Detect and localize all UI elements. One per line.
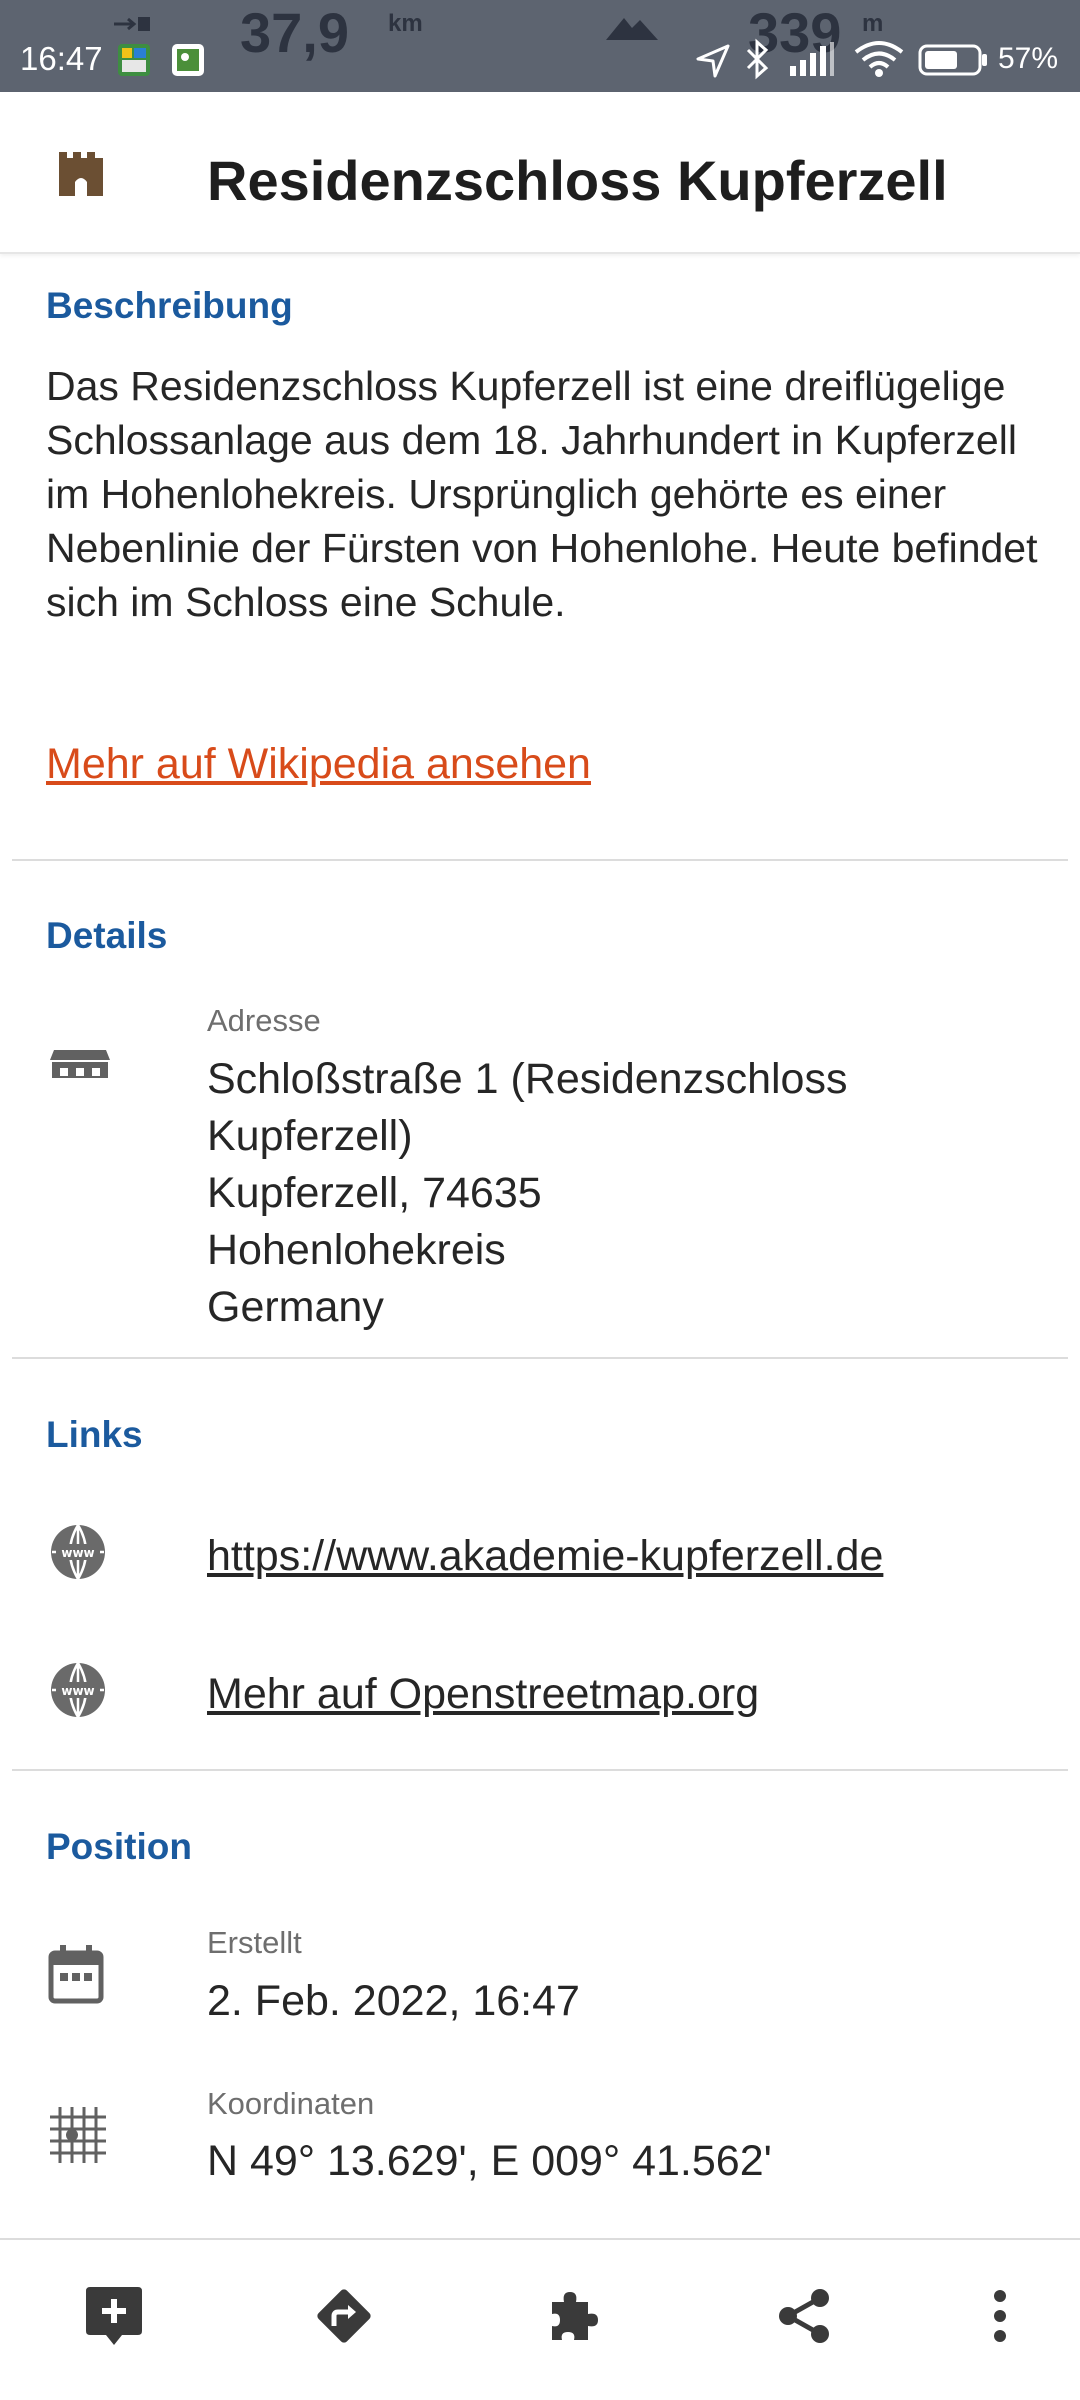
castle-icon [56, 148, 106, 198]
share-icon [774, 2286, 834, 2351]
signal-icon [790, 42, 834, 81]
website-link[interactable]: https://www.akademie-kupferzell.de [207, 1532, 883, 1581]
globe-www-icon: www [48, 1660, 108, 1725]
status-bar: 37,9 km 339 m 16:47 57% [0, 0, 1080, 92]
overlay-distance: 37,9 [240, 1, 349, 64]
wifi-icon [854, 40, 904, 83]
page-title: Residenzschloss Kupferzell [207, 149, 948, 212]
created-label: Erstellt [207, 1925, 302, 1960]
coordinates-value[interactable]: N 49° 13.629', E 009° 41.562' [207, 2133, 772, 2190]
add-note-button[interactable] [82, 2285, 146, 2351]
puzzle-icon [544, 2286, 604, 2351]
directions-button[interactable] [312, 2285, 376, 2351]
globe-www-icon: www [48, 1522, 108, 1587]
more-options-button[interactable] [968, 2285, 1032, 2351]
transfer-icon [112, 14, 152, 39]
svg-text:www: www [61, 1684, 94, 1698]
address-icon [48, 1048, 112, 1085]
address-line: Kupferzell) [207, 1112, 413, 1160]
bottom-action-bar [0, 2238, 1080, 2400]
clock: 16:47 [20, 40, 103, 77]
app-notification-icon [116, 42, 152, 83]
more-vert-icon [992, 2288, 1008, 2349]
share-button[interactable] [772, 2285, 836, 2351]
plugins-button[interactable] [542, 2285, 606, 2351]
bluetooth-icon [744, 38, 770, 85]
coordinates-label: Koordinaten [207, 2086, 375, 2121]
directions-icon [312, 2284, 376, 2353]
section-title-details: Details [46, 915, 168, 956]
section-title-position: Position [46, 1826, 192, 1867]
calendar-icon [48, 1945, 104, 2010]
divider [12, 1357, 1068, 1359]
mountain-icon [606, 14, 658, 45]
overlay-distance-unit: km [388, 10, 423, 37]
svg-text:www: www [61, 1546, 94, 1560]
overlay-altitude-unit: m [862, 10, 884, 37]
divider [12, 859, 1068, 861]
battery-icon [918, 44, 988, 81]
address-line: Kupferzell, 74635 [207, 1169, 542, 1217]
openstreetmap-link[interactable]: Mehr auf Openstreetmap.org [207, 1670, 759, 1719]
address-line: Hohenlohekreis [207, 1226, 506, 1274]
wikipedia-link[interactable]: Mehr auf Wikipedia ansehen [46, 740, 591, 789]
battery-percent: 57% [998, 42, 1059, 75]
address-line: Schloßstraße 1 (Residenzschloss [207, 1055, 848, 1103]
location-arrow-icon [694, 42, 732, 85]
gallery-notification-icon [170, 42, 206, 83]
created-value: 2. Feb. 2022, 16:47 [207, 1977, 580, 2025]
section-title-links: Links [46, 1414, 143, 1455]
address-block[interactable]: Schloßstraße 1 (Residenzschloss Kupferze… [207, 1051, 847, 1336]
coordinates-grid-icon [48, 2105, 108, 2170]
address-label: Adresse [207, 1003, 321, 1038]
add-note-icon [84, 2283, 144, 2354]
address-line: Germany [207, 1283, 384, 1331]
description-text: Das Residenzschloss Kupferzell ist eine … [46, 363, 1038, 625]
section-title-description: Beschreibung [46, 285, 293, 326]
divider [12, 1769, 1068, 1771]
